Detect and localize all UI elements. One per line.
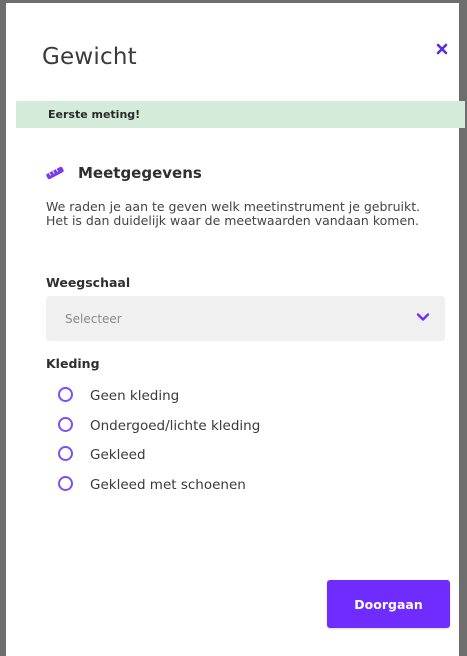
close-icon xyxy=(436,43,448,55)
dialog-window: Gewicht Eerste meting! Meetgegevens We r… xyxy=(0,0,467,656)
dialog-title: Gewicht xyxy=(42,44,137,70)
first-measurement-banner: Eerste meting! xyxy=(16,101,465,128)
continue-button[interactable]: Doorgaan xyxy=(327,580,450,628)
radio-label: Geen kleding xyxy=(90,388,180,404)
scale-select[interactable]: Selecteer xyxy=(46,296,445,341)
banner-text: Eerste meting! xyxy=(48,108,141,121)
radio-button[interactable] xyxy=(58,475,73,491)
scale-select-value: Selecteer xyxy=(65,312,122,326)
radio-button[interactable] xyxy=(58,387,73,402)
radio-label: Gekleed xyxy=(90,447,146,463)
radio-label: Ondergoed/lichte kleding xyxy=(90,417,261,434)
section-description: We raden je aan te geven welk meetinstru… xyxy=(46,199,421,228)
radio-label: Gekleed met schoenen xyxy=(90,476,246,493)
tape-measure-icon xyxy=(46,166,64,180)
scale-label: Weegschaal xyxy=(46,275,131,290)
section-title: Meetgegevens xyxy=(78,164,202,182)
clothing-label: Kleding xyxy=(46,356,100,371)
radio-button[interactable] xyxy=(58,416,73,432)
radio-button[interactable] xyxy=(58,446,73,461)
chevron-down-icon xyxy=(416,313,430,321)
close-button[interactable] xyxy=(431,38,453,60)
